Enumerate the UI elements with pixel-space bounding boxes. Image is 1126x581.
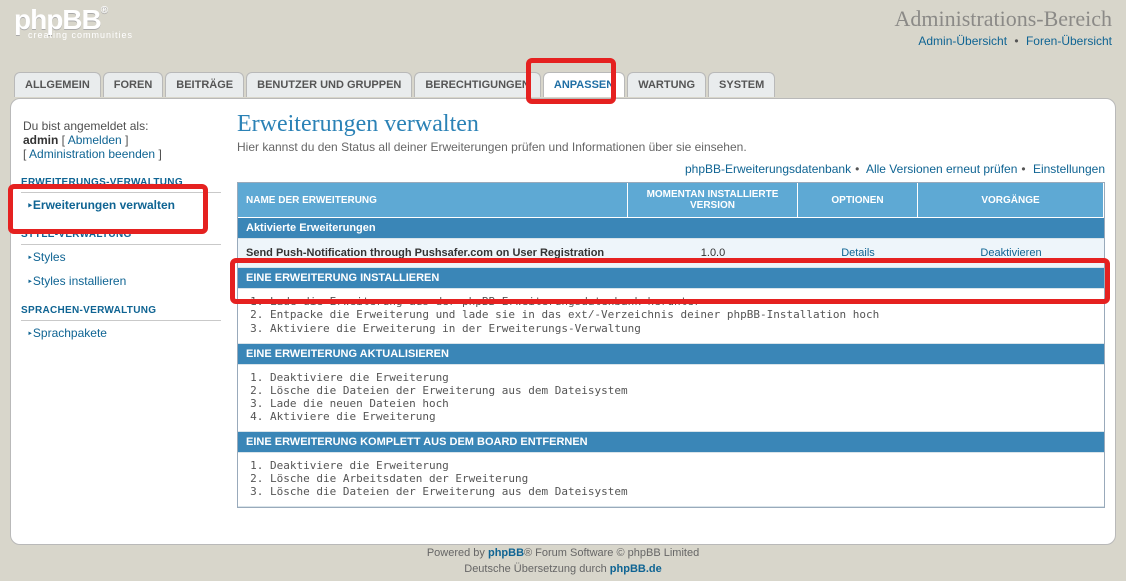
ext-version: 1.0.0 [628,239,798,268]
extensions-table: NAME DER ERWEITERUNG MOMENTAN INSTALLIER… [237,182,1105,508]
tab-beiträge[interactable]: BEITRÄGE [165,72,244,97]
link-forum-overview[interactable]: Foren-Übersicht [1026,34,1112,48]
step-item: Lade die Erweiterung aus der phpBB-Erwei… [270,295,1094,308]
sidebar-item[interactable]: Erweiterungen verwalten [21,193,221,217]
section-active: Aktivierte Erweiterungen [238,218,1104,239]
step-item: Deaktiviere die Erweiterung [270,371,1094,384]
content-heading: Erweiterungen verwalten [237,111,1105,138]
link-settings[interactable]: Einstellungen [1033,162,1105,176]
th-actions: VORGÄNGE [918,183,1104,218]
footer-l1c: ® Forum Software © phpBB Limited [524,547,699,559]
footer-phpbb[interactable]: phpBB [488,547,524,559]
content-sub: Hier kannst du den Status all deiner Erw… [237,140,1105,154]
ext-details-link[interactable]: Details [841,247,875,259]
tab-bar: ALLGEMEINFORENBEITRÄGEBENUTZER UND GRUPP… [14,72,1112,100]
tab-berechtigungen[interactable]: BERECHTIGUNGEN [414,72,541,97]
section-install: EINE ERWEITERUNG INSTALLIEREN [238,268,1104,289]
tab-wartung[interactable]: WARTUNG [627,72,706,97]
step-item: Lade die neuen Dateien hoch [270,397,1094,410]
link-admin-overview[interactable]: Admin-Übersicht [918,34,1007,48]
end-admin-link[interactable]: Administration beenden [29,147,155,161]
sidebar-group-title: SPRACHEN-VERWALTUNG [21,301,221,321]
step-item: Lösche die Arbeitsdaten der Erweiterung [270,472,1094,485]
sidebar: Du bist angemeldet als: admin [ Abmelden… [21,111,221,345]
separator-dot: • [1010,34,1022,48]
section-remove: EINE ERWEITERUNG KOMPLETT AUS DEM BOARD … [238,432,1104,453]
tab-allgemein[interactable]: ALLGEMEIN [14,72,101,97]
step-item: Entpacke die Erweiterung und lade sie in… [270,308,1094,322]
tab-anpassen[interactable]: ANPASSEN [543,72,625,97]
sidebar-item[interactable]: Styles installieren [21,269,221,293]
login-info: Du bist angemeldet als: admin [ Abmelden… [21,111,221,161]
sidebar-group-title: ERWEITERUNGS-VERWALTUNG [21,173,221,193]
th-version: MOMENTAN INSTALLIERTE VERSION [628,183,798,218]
tab-benutzer-und-gruppen[interactable]: BENUTZER UND GRUPPEN [246,72,412,97]
logo-subtitle: creating communities [14,30,174,40]
ext-name: Send Push-Notification through Pushsafer… [238,239,628,268]
steps-remove: Deaktiviere die ErweiterungLösche die Ar… [252,459,1094,498]
logo-reg: ® [101,5,107,16]
tab-foren[interactable]: FOREN [103,72,164,97]
step-item: Lösche die Dateien der Erweiterung aus d… [270,485,1094,498]
footer-phpbbde[interactable]: phpBB.de [610,563,662,575]
main-panel: Du bist angemeldet als: admin [ Abmelden… [10,98,1116,545]
footer-l1a: Powered by [427,547,488,559]
section-update: EINE ERWEITERUNG AKTUALISIEREN [238,344,1104,365]
step-item: Deaktiviere die Erweiterung [270,459,1094,472]
header: phpBB® creating communities Administrati… [0,0,1126,55]
logout-link[interactable]: Abmelden [68,133,122,147]
step-item: Lösche die Dateien der Erweiterung aus d… [270,384,1094,397]
th-name: NAME DER ERWEITERUNG [238,183,628,218]
sidebar-item[interactable]: Styles [21,245,221,269]
page-title: Administrations-Bereich [894,6,1112,32]
footer: Powered by phpBB® Forum Software © phpBB… [0,546,1126,577]
ext-deactivate-link[interactable]: Deaktivieren [980,247,1041,259]
link-recheck[interactable]: Alle Versionen erneut prüfen [866,162,1017,176]
link-ext-db[interactable]: phpBB-Erweiterungsdatenbank [685,162,851,176]
content-top-links: phpBB-Erweiterungsdatenbank• Alle Versio… [237,162,1105,176]
step-item: Aktiviere die Erweiterung [270,410,1094,423]
sidebar-item[interactable]: Sprachpakete [21,321,221,345]
steps-update: Deaktiviere die ErweiterungLösche die Da… [252,371,1094,423]
sidebar-group-title: STYLE-VERWALTUNG [21,225,221,245]
th-options: OPTIONEN [798,183,918,218]
step-item: Aktiviere die Erweiterung in der Erweite… [270,322,1094,335]
logged-in-label: Du bist angemeldet als: [23,119,148,133]
content: Erweiterungen verwalten Hier kannst du d… [237,111,1105,508]
tab-system[interactable]: SYSTEM [708,72,775,97]
footer-l2a: Deutsche Übersetzung durch [464,563,610,575]
steps-install: Lade die Erweiterung aus der phpBB-Erwei… [252,295,1094,335]
current-user: admin [23,133,58,147]
logo: phpBB® creating communities [14,6,174,51]
